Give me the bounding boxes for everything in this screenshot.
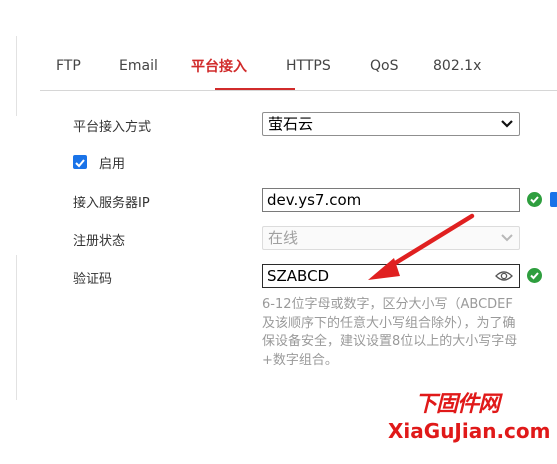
tab-8021x[interactable]: 802.1x: [433, 58, 481, 74]
register-status-label: 注册状态: [73, 234, 126, 249]
server-ip-value: dev.ys7.com: [267, 191, 362, 209]
access-mode-value: 萤石云: [268, 115, 314, 133]
tab-ftp[interactable]: FTP: [56, 58, 81, 74]
checkmark-icon: [75, 159, 85, 168]
enable-checkbox[interactable]: [73, 155, 87, 169]
chevron-down-icon: [501, 234, 513, 242]
tab-email[interactable]: Email: [119, 58, 158, 74]
verify-code-value: SZABCD: [267, 267, 330, 285]
register-status-value: 在线: [268, 229, 299, 247]
enable-label: 启用: [99, 157, 126, 172]
server-ip-label: 接入服务器IP: [73, 196, 150, 211]
watermark-url: XiaGuJian.com: [388, 419, 551, 443]
verify-code-label: 验证码: [73, 272, 113, 287]
checkbox-icon[interactable]: [550, 192, 557, 207]
verify-code-valid-icon: [527, 268, 542, 283]
verify-code-hint: 6-12位字母或数字，区分大小写（ABCDEF及该顺序下的任意大小写组合除外），…: [262, 297, 518, 368]
left-border-bottom: [16, 255, 17, 400]
left-border-top: [16, 36, 17, 116]
tab-platform-access[interactable]: 平台接入: [191, 56, 247, 76]
server-ip-input[interactable]: dev.ys7.com: [262, 188, 520, 212]
server-ip-valid-icon: [527, 192, 542, 207]
active-tab-indicator: [215, 88, 295, 90]
tab-qos[interactable]: QoS: [370, 58, 398, 74]
chevron-down-icon: [501, 120, 513, 128]
tab-bar: FTP Email 平台接入 HTTPS QoS 802.1x: [40, 46, 557, 91]
eye-icon[interactable]: [495, 270, 513, 282]
tab-https[interactable]: HTTPS: [286, 58, 331, 74]
watermark-logo: 下固件网: [415, 392, 500, 417]
access-mode-label: 平台接入方式: [73, 120, 152, 135]
annotation-arrow-icon: [368, 213, 475, 280]
access-mode-select[interactable]: 萤石云: [262, 112, 520, 136]
